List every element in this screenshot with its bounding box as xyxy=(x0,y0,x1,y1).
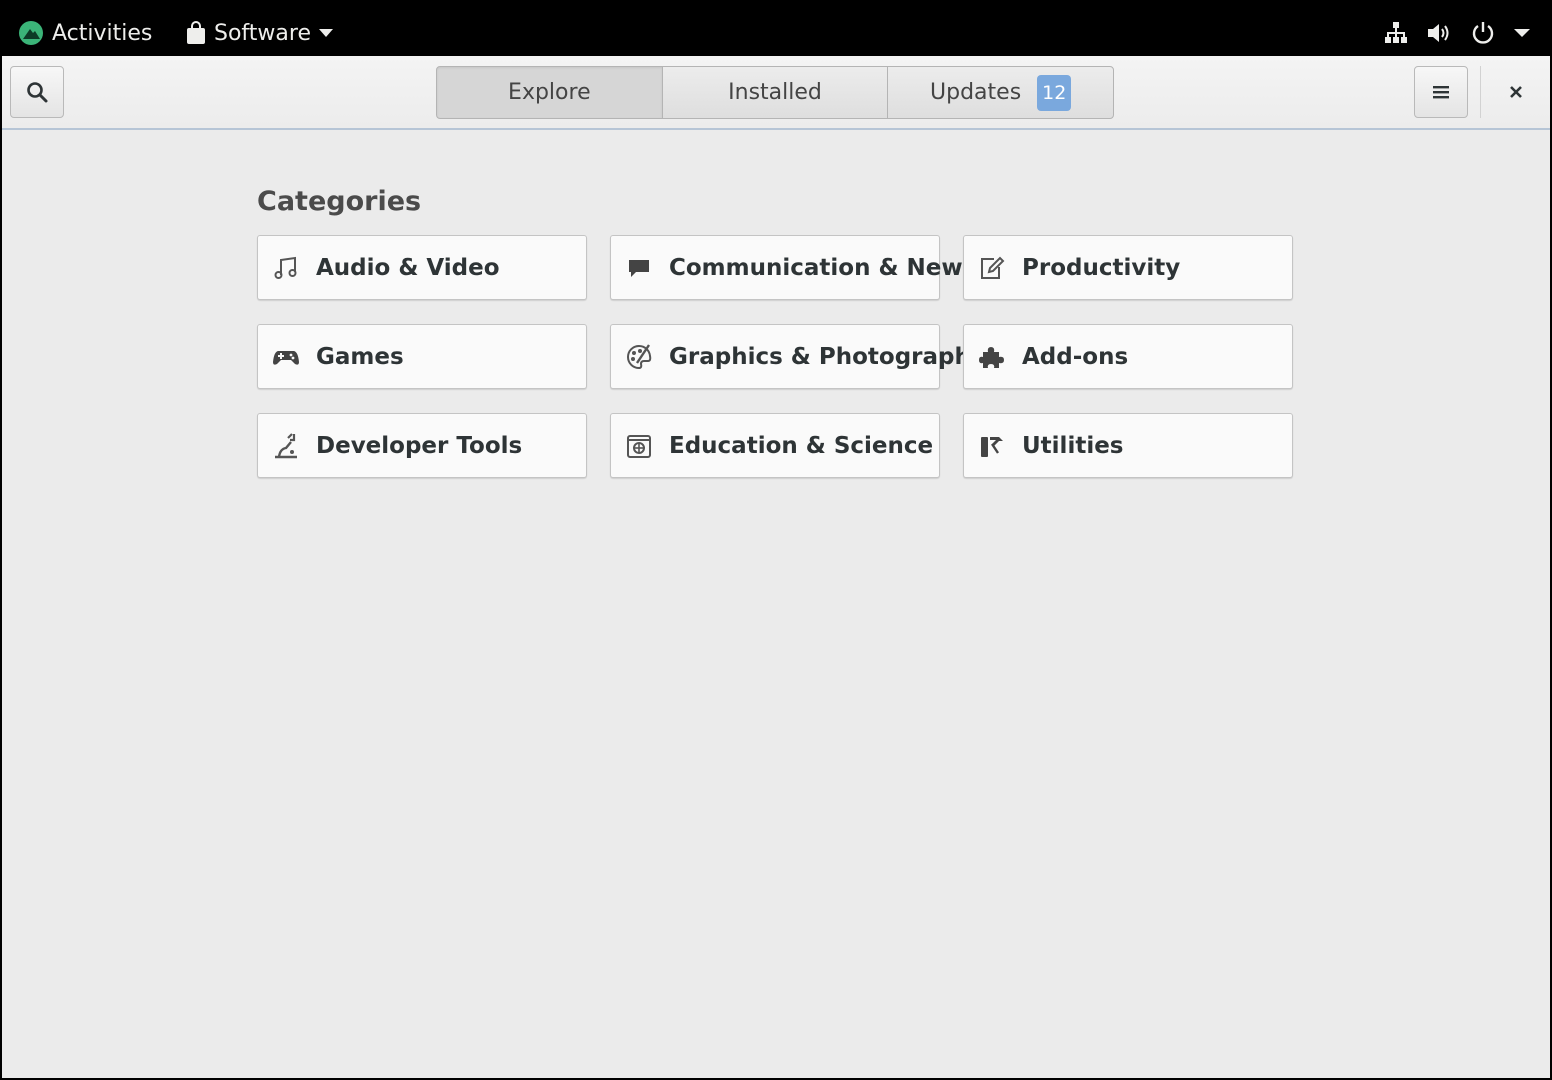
tab-explore-label: Explore xyxy=(508,80,591,105)
distro-logo-icon xyxy=(19,21,43,45)
shopping-bag-icon xyxy=(187,21,205,44)
power-icon xyxy=(1472,22,1494,44)
app-menu[interactable]: Software xyxy=(186,18,333,48)
category-communication-news[interactable]: Communication & News xyxy=(610,235,976,300)
volume-icon xyxy=(1428,24,1449,42)
chat-bubble-icon xyxy=(625,254,653,282)
category-label: Audio & Video xyxy=(316,254,500,281)
search-icon xyxy=(27,82,48,103)
activities-label: Activities xyxy=(52,20,153,46)
palette-icon xyxy=(625,343,653,371)
tab-installed[interactable]: Installed xyxy=(661,66,889,119)
category-label: Developer Tools xyxy=(316,432,523,459)
category-label: Utilities xyxy=(1022,432,1124,459)
updates-count-badge: 12 xyxy=(1037,74,1072,111)
science-icon xyxy=(625,432,653,460)
category-audio-video[interactable]: Audio & Video xyxy=(257,235,587,300)
tab-installed-label: Installed xyxy=(728,80,822,105)
category-label: Productivity xyxy=(1022,254,1181,281)
category-developer-tools[interactable]: Developer Tools xyxy=(257,413,587,478)
search-button[interactable] xyxy=(10,66,64,118)
gamepad-icon xyxy=(272,343,300,371)
close-icon xyxy=(1509,86,1522,98)
category-label: Add-ons xyxy=(1022,343,1129,370)
puzzle-piece-icon xyxy=(978,343,1006,371)
app-name: Software xyxy=(214,20,311,46)
category-education-science[interactable]: Education & Science xyxy=(610,413,940,478)
tab-updates[interactable]: Updates 12 xyxy=(887,66,1115,119)
chevron-down-icon xyxy=(1514,29,1530,37)
utilities-icon xyxy=(978,432,1006,460)
software-window: Explore Installed Updates 12 Categories … xyxy=(2,56,1550,1078)
category-graphics-photography[interactable]: Graphics & Photography xyxy=(610,324,986,389)
tab-explore[interactable]: Explore xyxy=(436,66,663,119)
menu-button[interactable] xyxy=(1414,66,1468,118)
developer-tools-icon xyxy=(272,432,300,460)
category-add-ons[interactable]: Add-ons xyxy=(963,324,1293,389)
category-utilities[interactable]: Utilities xyxy=(963,413,1293,478)
tab-updates-label: Updates xyxy=(930,80,1022,105)
header-bar: Explore Installed Updates 12 xyxy=(2,56,1550,130)
chevron-down-icon xyxy=(318,29,333,37)
activities-button[interactable]: Activities xyxy=(18,18,152,48)
category-label: Graphics & Photography xyxy=(669,343,986,370)
top-bar: Activities Software xyxy=(0,0,1552,56)
close-window-button[interactable] xyxy=(1480,66,1550,118)
view-switcher: Explore Installed Updates 12 xyxy=(436,66,1115,119)
music-note-icon xyxy=(272,254,300,282)
category-games[interactable]: Games xyxy=(257,324,587,389)
edit-document-icon xyxy=(978,254,1006,282)
category-label: Games xyxy=(316,343,404,370)
hamburger-menu-icon xyxy=(1433,86,1449,99)
categories-grid: Audio & Video Communication & News Produ… xyxy=(257,235,1295,478)
system-status-area[interactable] xyxy=(1384,18,1530,48)
category-label: Communication & News xyxy=(669,254,977,281)
category-productivity[interactable]: Productivity xyxy=(963,235,1293,300)
categories-heading: Categories xyxy=(257,186,422,217)
network-wired-icon xyxy=(1385,22,1407,43)
category-label: Education & Science xyxy=(669,432,934,459)
